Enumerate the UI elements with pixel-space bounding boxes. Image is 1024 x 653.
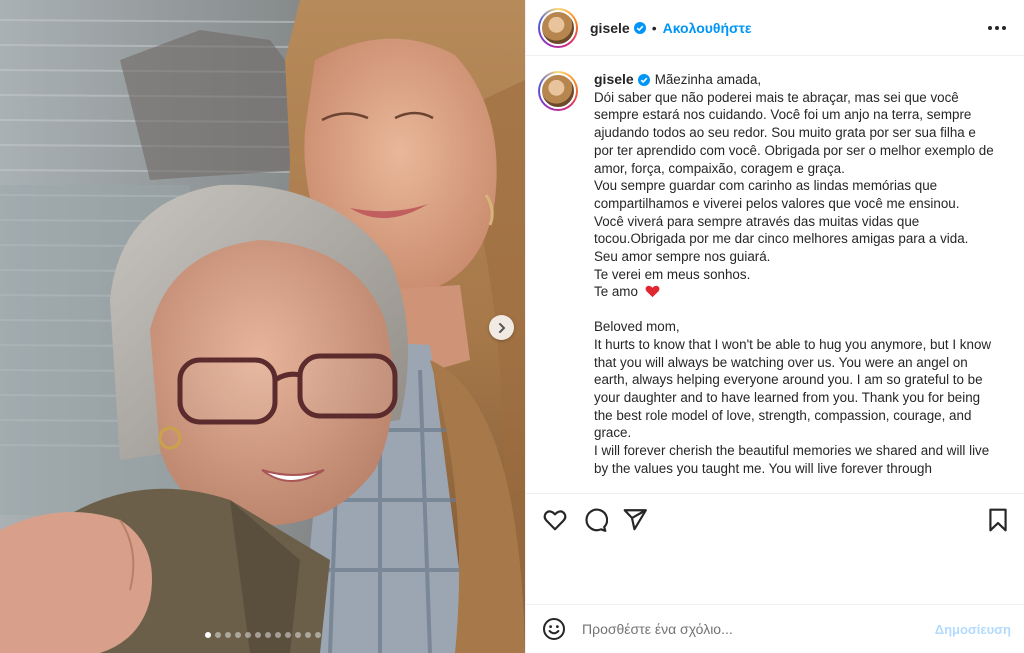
- carousel-dot: [224, 632, 231, 638]
- carousel-dot: [284, 632, 291, 638]
- chevron-right-icon: [498, 322, 505, 333]
- caption-line: Te verei em meus sonhos.: [594, 266, 751, 282]
- carousel-dot: [264, 632, 271, 638]
- carousel-dot: [304, 632, 311, 638]
- post-header: gisele • Ακολουθήστε: [526, 0, 1024, 56]
- verified-badge-icon: [637, 73, 650, 86]
- action-bar: [526, 493, 1024, 545]
- caption-line: Você viverá para sempre através das muit…: [594, 213, 969, 247]
- carousel-dot: [274, 632, 281, 638]
- caption-line: Seu amor sempre nos guiará.: [594, 249, 771, 265]
- share-icon[interactable]: [622, 507, 648, 533]
- caption-line: It hurts to know that I won't be able to…: [594, 336, 992, 441]
- post-photo[interactable]: [0, 0, 525, 653]
- photo-image: [0, 0, 525, 653]
- caption-username[interactable]: gisele: [594, 71, 634, 89]
- heart-emoji-icon: [645, 286, 660, 298]
- carousel-dot: [214, 632, 221, 638]
- caption-line: Mãezinha amada,: [654, 72, 762, 87]
- caption-line-last: Te amo: [594, 283, 994, 301]
- caption-text: gisele Mãezinha amada, Dói saber que não…: [594, 71, 994, 477]
- author-username[interactable]: gisele: [590, 20, 630, 36]
- post-sidebar: gisele • Ακολουθήστε gisele Mãezinha ama…: [525, 0, 1024, 653]
- carousel-dot: [234, 632, 241, 638]
- carousel-dot: [204, 632, 211, 638]
- caption-line: Dói saber que não poderei mais te abraça…: [594, 89, 994, 176]
- separator-dot: •: [651, 19, 657, 36]
- emoji-icon[interactable]: [542, 617, 566, 641]
- caption-line: I will forever cherish the beautiful mem…: [594, 443, 990, 476]
- caption-line: Vou sempre guardar com carinho as lindas…: [594, 178, 960, 211]
- caption: gisele Mãezinha amada, Dói saber que não…: [538, 71, 1009, 477]
- carousel-dot: [314, 632, 321, 638]
- comment-bar: Δημοσίευση: [526, 604, 1024, 653]
- caption-line: Beloved mom,: [594, 319, 680, 335]
- caption-scroll[interactable]: gisele Mãezinha amada, Dói saber que não…: [526, 57, 1024, 493]
- save-icon[interactable]: [985, 507, 1011, 533]
- caption-line: Te amo: [594, 284, 638, 300]
- comment-input[interactable]: [582, 621, 935, 637]
- comment-icon[interactable]: [582, 507, 608, 533]
- follow-button[interactable]: Ακολουθήστε: [663, 20, 752, 36]
- carousel-dot: [294, 632, 301, 638]
- next-slide-button[interactable]: [489, 315, 514, 340]
- post-comment-button[interactable]: Δημοσίευση: [935, 622, 1011, 637]
- carousel-dot: [244, 632, 251, 638]
- post-dialog: gisele • Ακολουθήστε gisele Mãezinha ama…: [0, 0, 1024, 653]
- avatar[interactable]: [538, 7, 578, 48]
- carousel-indicator: [0, 632, 525, 638]
- caption-avatar[interactable]: [538, 71, 578, 111]
- carousel-dot: [254, 632, 261, 638]
- verified-badge-icon: [633, 21, 646, 34]
- like-icon[interactable]: [542, 507, 568, 533]
- more-options-icon[interactable]: [984, 22, 1010, 34]
